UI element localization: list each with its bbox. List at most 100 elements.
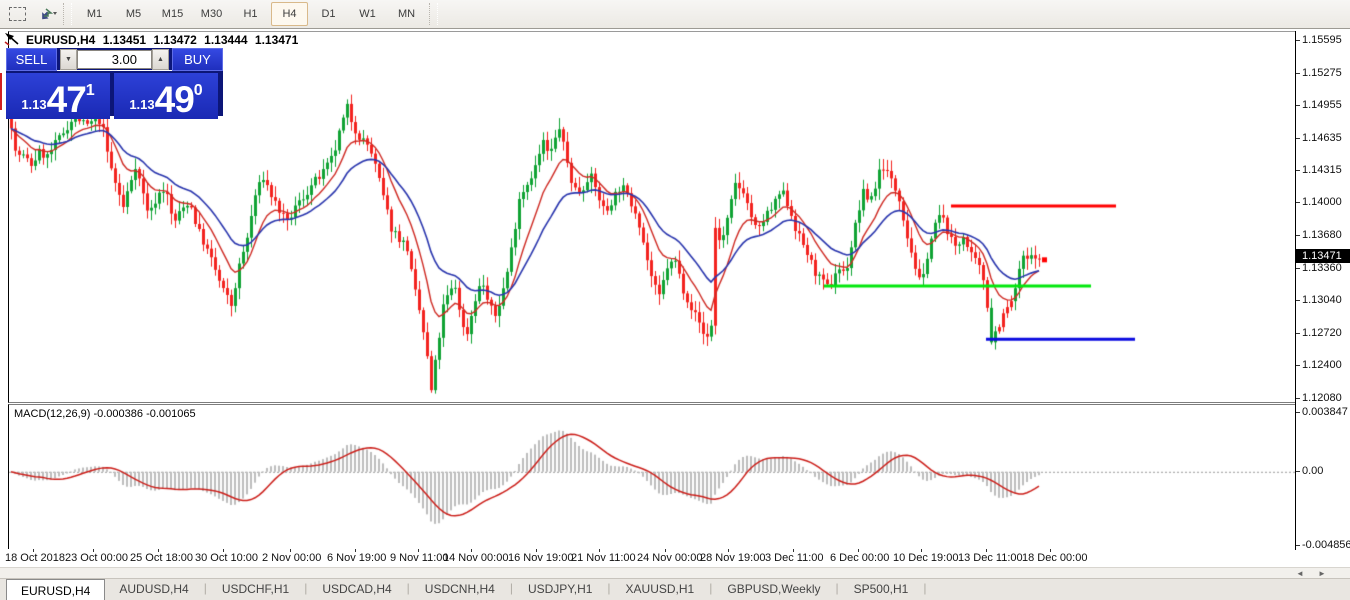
macd-axis-tick bbox=[1296, 412, 1300, 413]
low-value: 1.13444 bbox=[204, 33, 247, 47]
macd-axis-label: -0.004856 bbox=[1302, 539, 1350, 551]
date-axis-label: 21 Nov 11:00 bbox=[571, 552, 636, 564]
date-axis-label: 30 Oct 10:00 bbox=[195, 552, 258, 564]
sell-price-big: 47 bbox=[47, 84, 86, 116]
date-axis-label: 24 Nov 00:00 bbox=[637, 552, 702, 564]
macd-axis-label: 0.003847 bbox=[1302, 406, 1348, 418]
trade-panel-top-row: SELL ▼ 3.00 ▲ BUY bbox=[6, 48, 223, 71]
chart-tab-usdjpy-h1[interactable]: USDJPY,H1 bbox=[514, 579, 606, 599]
one-click-trading-panel: SELL ▼ 3.00 ▲ BUY 1.13471 1.13490 bbox=[6, 48, 223, 116]
price-axis-tick bbox=[1296, 170, 1300, 171]
mt4-terminal-window: M1M5M15M30H1H4D1W1MN MACD(12,26,9) -0.00… bbox=[0, 0, 1350, 600]
date-axis-label: 25 Oct 18:00 bbox=[130, 552, 193, 564]
timeframe-button-m15[interactable]: M15 bbox=[154, 2, 191, 26]
tab-separator: | bbox=[836, 579, 839, 595]
current-price-tag: 1.13471 bbox=[1296, 249, 1350, 263]
selection-box-icon[interactable] bbox=[4, 3, 30, 25]
buy-price-prefix: 1.13 bbox=[129, 97, 154, 112]
chart-tab-sp500-h1[interactable]: SP500,H1 bbox=[840, 579, 923, 599]
chart-tab-usdcnh-h4[interactable]: USDCNH,H4 bbox=[411, 579, 509, 599]
price-axis-tick bbox=[1296, 300, 1300, 301]
price-axis-tick bbox=[1296, 202, 1300, 203]
price-axis: 1.155951.152751.149551.146351.143151.140… bbox=[1295, 31, 1350, 549]
chart-tab-usdchf-h1[interactable]: USDCHF,H1 bbox=[208, 579, 303, 599]
sell-price-prefix: 1.13 bbox=[21, 97, 46, 112]
macd-axis-tick bbox=[1296, 471, 1300, 472]
price-axis-label: 1.13360 bbox=[1302, 262, 1342, 274]
timeframe-button-mn[interactable]: MN bbox=[388, 2, 425, 26]
price-axis-tick bbox=[1296, 333, 1300, 334]
date-axis-label: 9 Nov 11:00 bbox=[390, 552, 449, 564]
date-axis-label: 10 Dec 19:00 bbox=[893, 552, 958, 564]
tab-separator: | bbox=[607, 579, 610, 595]
price-axis-tick bbox=[1296, 268, 1300, 269]
tab-separator: | bbox=[407, 579, 410, 595]
price-axis-label: 1.12400 bbox=[1302, 359, 1342, 371]
volume-increase-button[interactable]: ▲ bbox=[152, 49, 169, 70]
timeframe-button-h4[interactable]: H4 bbox=[271, 2, 308, 26]
timeframe-button-d1[interactable]: D1 bbox=[310, 2, 347, 26]
date-axis-label: 14 Nov 00:00 bbox=[443, 552, 508, 564]
timeframe-button-h1[interactable]: H1 bbox=[232, 2, 269, 26]
close-value: 1.13471 bbox=[255, 33, 298, 47]
sell-button[interactable]: SELL bbox=[6, 48, 57, 71]
timeframe-buttons: M1M5M15M30H1H4D1W1MN bbox=[75, 2, 426, 26]
tab-separator: | bbox=[923, 579, 926, 595]
volume-decrease-button[interactable]: ▼ bbox=[60, 49, 77, 70]
high-value: 1.13472 bbox=[153, 33, 196, 47]
panel-edge-mark bbox=[0, 73, 2, 110]
chart-style-icon[interactable] bbox=[34, 3, 60, 25]
sell-price-pip: 1 bbox=[86, 82, 95, 100]
chart-tab-usdcad-h4[interactable]: USDCAD,H4 bbox=[308, 579, 405, 599]
date-axis-label: 13 Dec 11:00 bbox=[958, 552, 1023, 564]
buy-price-pip: 0 bbox=[194, 82, 203, 100]
price-axis-tick bbox=[1296, 138, 1300, 139]
tab-separator: | bbox=[510, 579, 513, 595]
macd-pane: MACD(12,26,9) -0.000386 -0.001065 bbox=[8, 404, 1296, 550]
volume-stepper: ▼ 3.00 ▲ bbox=[60, 48, 169, 70]
price-axis-label: 1.13040 bbox=[1302, 294, 1342, 306]
date-axis-label: 6 Dec 00:00 bbox=[830, 552, 889, 564]
timeframe-button-m5[interactable]: M5 bbox=[115, 2, 152, 26]
price-axis-label: 1.14000 bbox=[1302, 196, 1342, 208]
chart-tab-audusd-h4[interactable]: AUDUSD,H4 bbox=[105, 579, 202, 599]
date-axis-label: 3 Dec 11:00 bbox=[765, 552, 824, 564]
buy-price-big: 49 bbox=[155, 84, 194, 116]
price-axis-label: 1.13680 bbox=[1302, 229, 1342, 241]
symbol-period-label: EURUSD,H4 bbox=[26, 33, 95, 47]
price-axis-tick bbox=[1296, 105, 1300, 106]
date-axis: 18 Oct 201823 Oct 00:0025 Oct 18:0030 Oc… bbox=[8, 549, 1295, 566]
macd-axis-tick bbox=[1296, 545, 1300, 546]
chart-tab-xauusd-h1[interactable]: XAUUSD,H1 bbox=[612, 579, 709, 599]
chart-tab-bar: EURUSD,H4AUDUSD,H4|USDCHF,H1|USDCAD,H4|U… bbox=[0, 578, 1350, 600]
price-axis-label: 1.15275 bbox=[1302, 67, 1342, 79]
macd-axis-label: 0.00 bbox=[1302, 465, 1323, 477]
macd-chart-canvas[interactable] bbox=[9, 405, 1295, 547]
date-axis-label: 23 Oct 00:00 bbox=[65, 552, 128, 564]
timeframe-toolbar: M1M5M15M30H1H4D1W1MN bbox=[0, 0, 1350, 29]
tab-separator: | bbox=[709, 579, 712, 595]
chart-tab-eurusd-h4[interactable]: EURUSD,H4 bbox=[6, 579, 105, 600]
date-axis-label: 2 Nov 00:00 bbox=[262, 552, 321, 564]
toolbar-separator bbox=[429, 3, 438, 25]
timeframe-button-m1[interactable]: M1 bbox=[76, 2, 113, 26]
macd-indicator-label: MACD(12,26,9) -0.000386 -0.001065 bbox=[14, 408, 196, 420]
volume-input[interactable]: 3.00 bbox=[77, 50, 152, 69]
tab-separator: | bbox=[204, 579, 207, 595]
timeframe-button-w1[interactable]: W1 bbox=[349, 2, 386, 26]
open-value: 1.13451 bbox=[103, 33, 146, 47]
price-axis-tick bbox=[1296, 40, 1300, 41]
buy-button[interactable]: BUY bbox=[172, 48, 223, 71]
chart-workspace: MACD(12,26,9) -0.000386 -0.001065 1.1559… bbox=[0, 29, 1350, 600]
price-axis-label: 1.12080 bbox=[1302, 392, 1342, 404]
arrows-glyph bbox=[37, 6, 57, 22]
buy-price-box[interactable]: 1.13490 bbox=[114, 73, 218, 119]
price-axis-label: 1.15595 bbox=[1302, 34, 1342, 46]
date-axis-label: 28 Nov 19:00 bbox=[700, 552, 765, 564]
timeframe-button-m30[interactable]: M30 bbox=[193, 2, 230, 26]
price-axis-label: 1.14315 bbox=[1302, 164, 1342, 176]
date-axis-label: 18 Oct 2018 bbox=[5, 552, 65, 564]
sell-price-box[interactable]: 1.13471 bbox=[6, 73, 110, 119]
chart-tab-gbpusd-weekly[interactable]: GBPUSD,Weekly bbox=[713, 579, 834, 599]
toolbar-separator bbox=[63, 3, 72, 25]
